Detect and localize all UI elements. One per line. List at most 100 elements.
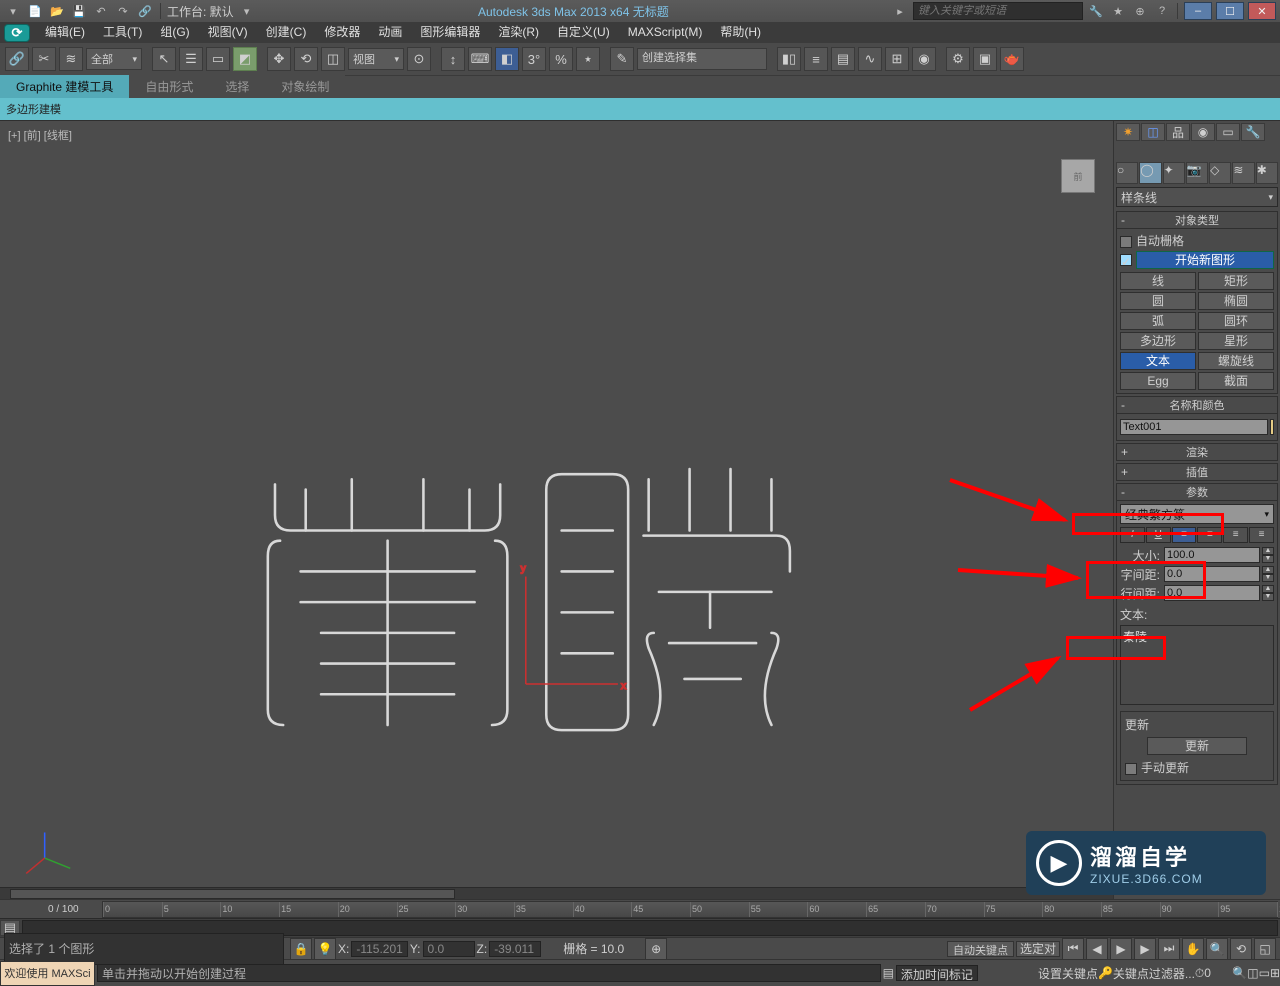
edit-named-sel-icon[interactable]: ✎ [610, 47, 634, 71]
new-icon[interactable]: 📄 [26, 2, 44, 20]
bind-spacewarp-icon[interactable]: ≋ [59, 47, 83, 71]
nav-pan-icon[interactable]: ✋ [1182, 938, 1204, 960]
menu-animation[interactable]: 动画 [369, 22, 411, 43]
nav-region-icon[interactable]: ▭ [1259, 966, 1270, 980]
shape-helix[interactable]: 螺旋线 [1198, 352, 1274, 370]
kerning-up-icon[interactable]: ▲ [1262, 566, 1274, 574]
autokey-button[interactable]: 自动关键点 [947, 941, 1014, 957]
menu-create[interactable]: 创建(C) [257, 22, 316, 43]
redo-icon[interactable]: ↷ [114, 2, 132, 20]
keyboard-shortcut-icon[interactable]: ⌨ [468, 47, 492, 71]
sub-spacewarps-icon[interactable]: ≋ [1232, 162, 1254, 184]
ribbon-tab-objectpaint[interactable]: 对象绘制 [265, 75, 345, 98]
help-icon[interactable]: ? [1153, 2, 1171, 20]
kerning-spinner[interactable]: 0.0 [1164, 566, 1260, 582]
cmd-tab-motion[interactable]: ◉ [1191, 123, 1215, 141]
align-icon[interactable]: ≡ [804, 47, 828, 71]
align-right-toggle[interactable]: ≡ [1223, 527, 1248, 543]
manipulate-icon[interactable]: ↕ [441, 47, 465, 71]
selset-dd[interactable]: 选定对 [1016, 941, 1060, 957]
rollout-render[interactable]: +渲染 [1116, 443, 1278, 461]
object-name-input[interactable] [1120, 419, 1268, 435]
mirror-icon[interactable]: ▮▯ [777, 47, 801, 71]
selection-filter-dd[interactable]: 全部▾ [86, 48, 142, 70]
startnewshape-button[interactable]: 开始新图形 [1136, 251, 1274, 269]
nav-max-icon[interactable]: ◱ [1254, 938, 1276, 960]
render-setup-icon[interactable]: ⚙ [946, 47, 970, 71]
addtime-tag[interactable]: 添加时间标记 [896, 965, 978, 981]
menu-help[interactable]: 帮助(H) [711, 22, 770, 43]
shape-ellipse[interactable]: 椭圆 [1198, 292, 1274, 310]
key-mode-icon[interactable]: 🔑 [1098, 966, 1113, 980]
sub-systems-icon[interactable]: ✱ [1256, 162, 1278, 184]
setkey-button[interactable]: 设置关键点 [1038, 965, 1098, 982]
ribbon-tab-graphite[interactable]: Graphite 建模工具 [0, 75, 129, 98]
shape-donut[interactable]: 圆环 [1198, 312, 1274, 330]
isolate-icon[interactable]: 💡 [314, 938, 336, 960]
help-search-input[interactable] [913, 2, 1083, 20]
viewport-hscroll[interactable] [0, 887, 1113, 899]
menu-grapheditors[interactable]: 图形编辑器 [411, 22, 489, 43]
time-slider[interactable]: 0 / 100 05101520253035404550556065707580… [0, 899, 1280, 918]
rect-region-icon[interactable]: ▭ [206, 47, 230, 71]
italic-toggle[interactable]: I [1120, 527, 1145, 543]
leading-down-icon[interactable]: ▼ [1262, 593, 1274, 601]
schematic-view-icon[interactable]: ⊞ [885, 47, 909, 71]
coord-x[interactable]: -115.201 [351, 941, 407, 957]
color-swatch[interactable] [1270, 419, 1274, 435]
select-move-icon[interactable]: ✥ [267, 47, 291, 71]
sub-geom-icon[interactable]: ○ [1116, 162, 1138, 184]
addtime-icon[interactable]: ⊕ [645, 938, 667, 960]
shape-section[interactable]: 截面 [1198, 372, 1274, 390]
minimize-button[interactable]: – [1184, 2, 1212, 20]
ribbon-panel-polymodel[interactable]: 多边形建模 [0, 98, 1280, 120]
keyfilters-button[interactable]: 关键点过滤器... [1113, 965, 1195, 982]
underline-toggle[interactable]: U [1146, 527, 1171, 543]
align-justify-toggle[interactable]: ≡ [1249, 527, 1274, 543]
shape-arc[interactable]: 弧 [1120, 312, 1196, 330]
script-listener-icon[interactable]: ▤ [883, 966, 894, 980]
select-by-name-icon[interactable]: ☰ [179, 47, 203, 71]
window-crossing-icon[interactable]: ◩ [233, 47, 257, 71]
shape-circle[interactable]: 圆 [1120, 292, 1196, 310]
cmd-tab-modify[interactable]: ◫ [1141, 123, 1165, 141]
size-down-icon[interactable]: ▼ [1262, 555, 1274, 563]
percent-snap-icon[interactable]: % [549, 47, 573, 71]
nav-all-icon[interactable]: ⊞ [1270, 966, 1280, 980]
cmd-tab-hierarchy[interactable]: 品 [1166, 123, 1190, 141]
menu-group[interactable]: 组(G) [151, 22, 198, 43]
startnewshape-checkbox[interactable]: ✓ [1120, 254, 1132, 266]
cmd-tab-display[interactable]: ▭ [1216, 123, 1240, 141]
select-scale-icon[interactable]: ◫ [321, 47, 345, 71]
viewport-front[interactable]: [+] [前] [线框] 前 [0, 121, 1114, 899]
undo-icon[interactable]: ↶ [92, 2, 110, 20]
rollout-params[interactable]: -参数 [1116, 483, 1278, 501]
star-icon[interactable]: ★ [1109, 2, 1127, 20]
shape-ngon[interactable]: 多边形 [1120, 332, 1196, 350]
nav-fov-icon[interactable]: ◫ [1247, 966, 1258, 980]
shape-line[interactable]: 线 [1120, 272, 1196, 290]
close-button[interactable]: ✕ [1248, 2, 1276, 20]
maximize-button[interactable]: ☐ [1216, 2, 1244, 20]
menu-tools[interactable]: 工具(T) [94, 22, 151, 43]
chevron-right-icon[interactable]: ▸ [891, 2, 909, 20]
ribbon-tab-freeform[interactable]: 自由形式 [129, 75, 209, 98]
rollout-object-type[interactable]: -对象类型 [1116, 211, 1278, 229]
rollout-interp[interactable]: +插值 [1116, 463, 1278, 481]
leading-spinner[interactable]: 0.0 [1164, 585, 1260, 601]
sub-lights-icon[interactable]: ✦ [1163, 162, 1185, 184]
ref-coord-dd[interactable]: 视图▾ [348, 48, 404, 70]
tool-icon[interactable]: 🔧 [1087, 2, 1105, 20]
text-input[interactable]: 秦陵 [1120, 625, 1274, 705]
sub-shapes-icon[interactable]: ◯ [1139, 162, 1161, 184]
snap-toggle-icon[interactable]: ◧ [495, 47, 519, 71]
shape-egg[interactable]: Egg [1120, 372, 1196, 390]
open-icon[interactable]: 📂 [48, 2, 66, 20]
nav-zoom2-icon[interactable]: 🔍 [1232, 966, 1247, 980]
time-config-icon[interactable]: ⏱ [1195, 966, 1204, 981]
sub-helpers-icon[interactable]: ◇ [1209, 162, 1231, 184]
next-frame-icon[interactable]: ▶ [1134, 938, 1156, 960]
align-center-toggle[interactable]: ≡ [1197, 527, 1222, 543]
pivot-center-icon[interactable]: ⊙ [407, 47, 431, 71]
ribbon-tab-selection[interactable]: 选择 [209, 75, 265, 98]
